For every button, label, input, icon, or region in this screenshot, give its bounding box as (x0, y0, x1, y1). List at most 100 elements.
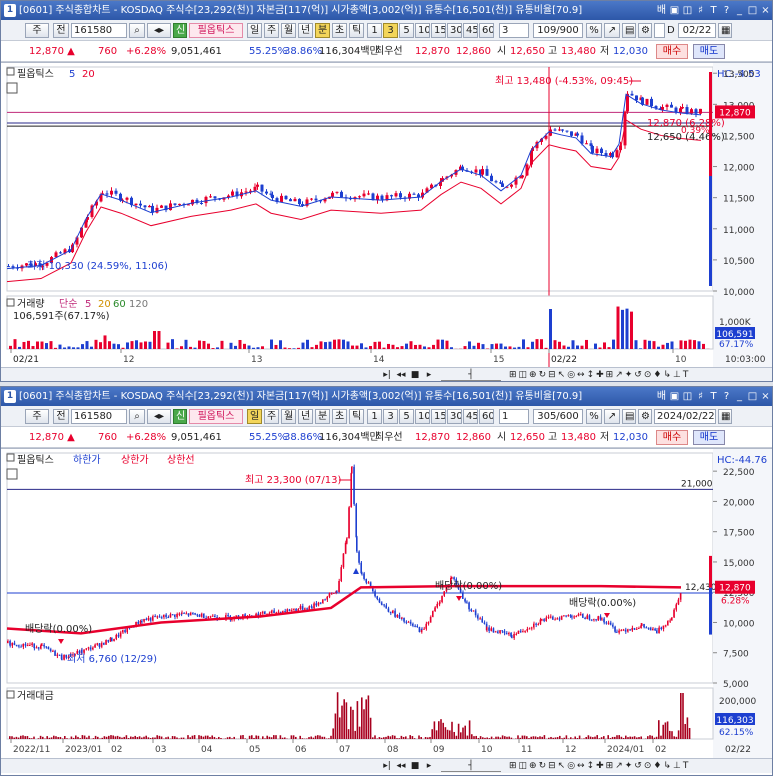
period-tab[interactable]: 일 (247, 409, 262, 424)
minimize-icon[interactable]: _ (733, 387, 746, 406)
maximize-icon[interactable]: □ (746, 387, 759, 406)
pin-icon[interactable]: ♯ (694, 1, 707, 20)
type-select[interactable]: 주 (25, 23, 49, 38)
range-input[interactable]: 109/900 (533, 23, 583, 38)
price-chart-bottom[interactable]: 필옵틱스 하한가 상한가 상한선 HC:-44.76 22,500 20,000 17,500… (1, 449, 772, 759)
stock-name[interactable]: 필옵틱스 (189, 409, 243, 424)
close-icon[interactable]: × (759, 387, 772, 406)
period-tab[interactable]: 주 (264, 409, 279, 424)
link-icon[interactable]: ◫ (681, 1, 694, 20)
range-input[interactable]: 305/600 (533, 409, 583, 424)
close-icon[interactable]: × (759, 1, 772, 20)
scrollbar-top[interactable]: ▸| ◂◂ ■ ▸ ┤ ⊞◫⊕↻⊟↖◎↔↕✚⊞↗✦↺⊙♦↳⊥T (1, 367, 772, 381)
type-select[interactable]: 주 (25, 409, 49, 424)
all-button[interactable]: 전 (53, 23, 69, 38)
date-input[interactable]: 02/22 (678, 23, 716, 38)
search-icon[interactable]: ⌕ (129, 23, 145, 38)
period-tab[interactable]: 틱 (349, 23, 364, 38)
toolbar-icon[interactable]: 배 (655, 387, 668, 406)
buy-button[interactable]: 매수 (656, 44, 688, 59)
interval-button[interactable]: 3 (383, 23, 398, 38)
period-tab[interactable]: 일 (247, 23, 262, 38)
scroll-first-icon[interactable]: ▸| (381, 760, 393, 772)
calendar-icon[interactable]: ▦ (718, 23, 732, 38)
gear-icon[interactable]: ⚙ (638, 409, 652, 424)
sell-button[interactable]: 매도 (693, 44, 725, 59)
chart-area-top[interactable]: 필옵틱스520HC:-4.5313,50013,00012,50012,0001… (1, 62, 772, 369)
buy-button[interactable]: 매수 (656, 430, 688, 445)
text-icon[interactable]: T (707, 387, 720, 406)
window-icon[interactable]: ▣ (668, 387, 681, 406)
period-tab[interactable]: 월 (281, 23, 296, 38)
interval-button[interactable]: 10 (415, 409, 430, 424)
candle (314, 198, 318, 201)
interval-input[interactable]: 3 (499, 23, 529, 38)
maximize-icon[interactable]: □ (746, 1, 759, 20)
zoom-slider[interactable]: ┤ (441, 369, 501, 381)
help-icon[interactable]: ? (720, 387, 733, 406)
all-button[interactable]: 전 (53, 409, 69, 424)
scrollbar-bottom[interactable]: ▸| ◂◂ ■ ▸ ┤ ⊞◫⊕↻⊟↖◎↔↕✚⊞↗✦↺⊙♦↳⊥T (1, 758, 772, 773)
zoom-slider[interactable]: ┤ (441, 760, 501, 772)
chart-tools-icon[interactable]: ⊞◫⊕↻⊟↖◎↔↕✚⊞↗✦↺⊙♦↳⊥T (509, 760, 769, 772)
save-icon[interactable]: ▤ (622, 23, 636, 38)
scroll-next-icon[interactable]: ▸ (423, 369, 435, 381)
date-input[interactable]: 2024/02/22 (654, 409, 716, 424)
scroll-prev-icon[interactable]: ◂◂ (395, 760, 407, 772)
scroll-stop-icon[interactable]: ■ (409, 369, 421, 381)
gear-icon[interactable]: ⚙ (638, 23, 652, 38)
toolbar-icon[interactable]: 배 (655, 1, 668, 20)
window-icon[interactable]: ▣ (668, 1, 681, 20)
period-tab[interactable]: 주 (264, 23, 279, 38)
interval-button[interactable]: 30 (447, 23, 462, 38)
period-tab[interactable]: 년 (298, 409, 313, 424)
interval-button[interactable]: 15 (431, 409, 446, 424)
search-icon[interactable]: ⌕ (129, 409, 145, 424)
chart-tools-icon[interactable]: ⊞◫⊕↻⊟↖◎↔↕✚⊞↗✦↺⊙♦↳⊥T (509, 369, 769, 381)
period-tab[interactable]: 분 (315, 409, 330, 424)
interval-button[interactable]: 15 (431, 23, 446, 38)
prev-next-icon[interactable]: ◂▸ (147, 409, 171, 424)
link-icon[interactable]: ◫ (681, 387, 694, 406)
interval-button[interactable]: 60 (479, 23, 494, 38)
period-tab[interactable]: 초 (332, 23, 347, 38)
period-tab[interactable]: 분 (315, 23, 330, 38)
prev-next-icon[interactable]: ◂▸ (147, 23, 171, 38)
stock-name[interactable]: 필옵틱스 (189, 23, 243, 38)
scroll-first-icon[interactable]: ▸| (381, 369, 393, 381)
scroll-stop-icon[interactable]: ■ (409, 760, 421, 772)
scroll-prev-icon[interactable]: ◂◂ (395, 369, 407, 381)
help-icon[interactable]: ? (720, 1, 733, 20)
draw-icon[interactable]: ↗ (604, 23, 620, 38)
scroll-next-icon[interactable]: ▸ (423, 760, 435, 772)
pin-icon[interactable]: ♯ (694, 387, 707, 406)
period-tab[interactable]: 틱 (349, 409, 364, 424)
interval-button[interactable]: 1 (367, 409, 382, 424)
minimize-icon[interactable]: _ (733, 1, 746, 20)
interval-button[interactable]: 10 (415, 23, 430, 38)
sell-button[interactable]: 매도 (693, 430, 725, 445)
interval-input[interactable]: 1 (499, 409, 529, 424)
interval-button[interactable]: 1 (367, 23, 382, 38)
chart-area-bottom[interactable]: 필옵틱스 하한가 상한가 상한선 HC:-44.76 22,500 20,000 17,500… (1, 448, 772, 759)
save-icon[interactable]: ▤ (622, 409, 636, 424)
date-checkbox[interactable] (654, 23, 665, 38)
period-tab[interactable]: 년 (298, 23, 313, 38)
interval-button[interactable]: 45 (463, 409, 478, 424)
interval-button[interactable]: 60 (479, 409, 494, 424)
code-input[interactable]: 161580 (71, 409, 127, 424)
draw-icon[interactable]: ↗ (604, 409, 620, 424)
tool-icon[interactable]: % (586, 23, 602, 38)
period-tab[interactable]: 초 (332, 409, 347, 424)
interval-button[interactable]: 30 (447, 409, 462, 424)
interval-button[interactable]: 5 (399, 409, 414, 424)
interval-button[interactable]: 45 (463, 23, 478, 38)
code-input[interactable]: 161580 (71, 23, 127, 38)
calendar-icon[interactable]: ▦ (718, 409, 732, 424)
text-icon[interactable]: T (707, 1, 720, 20)
tool-icon[interactable]: % (586, 409, 602, 424)
interval-button[interactable]: 5 (399, 23, 414, 38)
interval-button[interactable]: 3 (383, 409, 398, 424)
price-chart-top[interactable]: 필옵틱스520HC:-4.5313,50013,00012,50012,0001… (1, 63, 772, 369)
period-tab[interactable]: 월 (281, 409, 296, 424)
